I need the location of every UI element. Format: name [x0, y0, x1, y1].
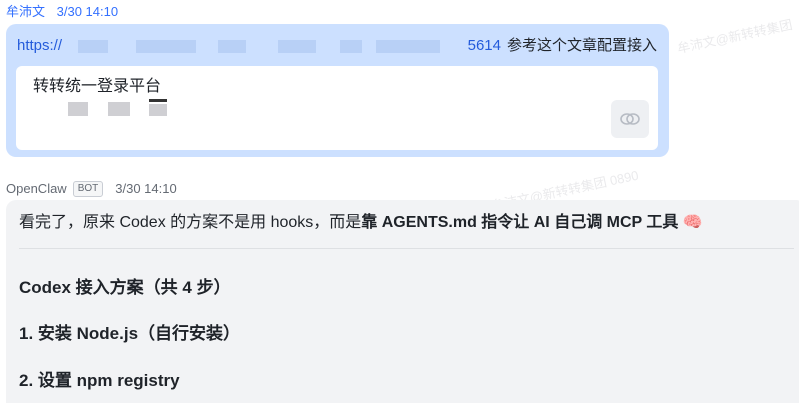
message-text: 5614 参考这个文章配置接入 [468, 37, 657, 55]
watermark: 牟沛文@新转转集团 [675, 16, 794, 56]
sender-name[interactable]: OpenClaw [6, 181, 67, 197]
redacted-text [68, 102, 88, 116]
card-title: 转转统一登录平台 [33, 78, 162, 95]
link-preview-card[interactable]: 转转统一登录平台 [16, 66, 658, 150]
user-message-bubble: https:// 5614 参考这个文章配置接入 转转统一登录平台 [6, 24, 669, 157]
link-icon [620, 113, 640, 125]
bot-message-text: 看完了，原来 Codex 的方案不是用 hooks，而是靠 AGENTS.md … [19, 213, 703, 233]
message-link[interactable]: https:// [17, 37, 62, 55]
brain-emoji-icon: 🧠 [682, 214, 703, 231]
redacted-text [340, 40, 362, 53]
step-item: 2. 设置 npm registry [19, 371, 180, 390]
bot-message-bubble: 看完了，原来 Codex 的方案不是用 hooks，而是靠 AGENTS.md … [6, 200, 799, 403]
message-time: 3/30 14:10 [115, 181, 177, 196]
chat-view: 牟沛文@新转转集团 牟沛文@新转转集团 0890 牟沛文 3/30 14:10 … [0, 0, 799, 403]
link-prefix[interactable]: https:// [17, 37, 62, 54]
link-icon-box[interactable] [611, 100, 649, 138]
bot-badge: BOT [72, 181, 104, 197]
divider [19, 248, 794, 249]
redacted-text [149, 104, 167, 116]
message-time: 3/30 14:10 [56, 4, 119, 19]
sender-name[interactable]: 牟沛文 [6, 4, 45, 19]
redacted-text [149, 99, 167, 102]
redacted-text [78, 40, 108, 53]
redacted-text [108, 102, 130, 116]
redacted-text [376, 40, 440, 53]
message-instruction: 参考这个文章配置接入 [506, 37, 657, 54]
redacted-text [136, 40, 196, 53]
step-item: 1. 安装 Node.js（自行安装） [19, 324, 241, 343]
redacted-text [218, 40, 246, 53]
message-header-bot: OpenClaw BOT 3/30 14:10 [6, 181, 177, 197]
text-bold: 靠 AGENTS.md 指令让 AI 自己调 MCP 工具 [361, 214, 679, 231]
section-heading: Codex 接入方案（共 4 步） [19, 278, 231, 297]
link-number[interactable]: 5614 [468, 37, 501, 54]
text-normal: 看完了，原来 Codex 的方案不是用 hooks，而是 [19, 214, 362, 231]
redacted-text [278, 40, 316, 53]
message-header-user: 牟沛文 3/30 14:10 [6, 4, 118, 20]
